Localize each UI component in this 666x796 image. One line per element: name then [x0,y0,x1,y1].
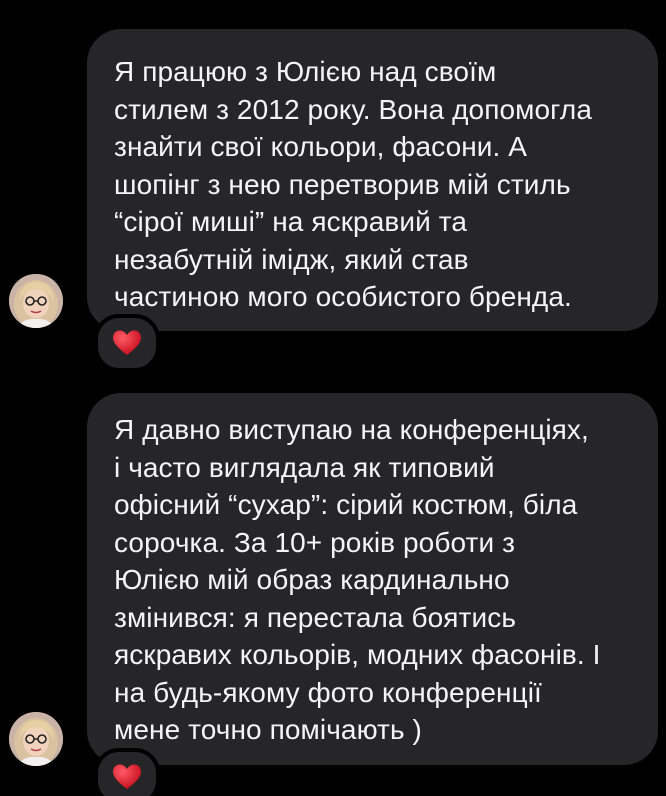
reaction-badge[interactable] [94,748,160,796]
avatar-photo-icon [9,274,63,328]
message-text: Я давно виступаю на конференціях, і част… [114,414,601,745]
reaction-badge[interactable] [94,314,160,372]
heart-icon [113,330,141,355]
chat-screen: Я працюю з Юлією над своїм стилем з 2012… [0,0,666,796]
sender-avatar[interactable] [9,712,63,766]
avatar-photo-icon [9,712,63,766]
message-bubble[interactable]: Я працюю з Юлією над своїм стилем з 2012… [87,29,658,331]
heart-icon [113,764,141,789]
message-text: Я працюю з Юлією над своїм стилем з 2012… [114,56,592,312]
message-bubble[interactable]: Я давно виступаю на конференціях, і част… [87,393,658,765]
sender-avatar[interactable] [9,274,63,328]
